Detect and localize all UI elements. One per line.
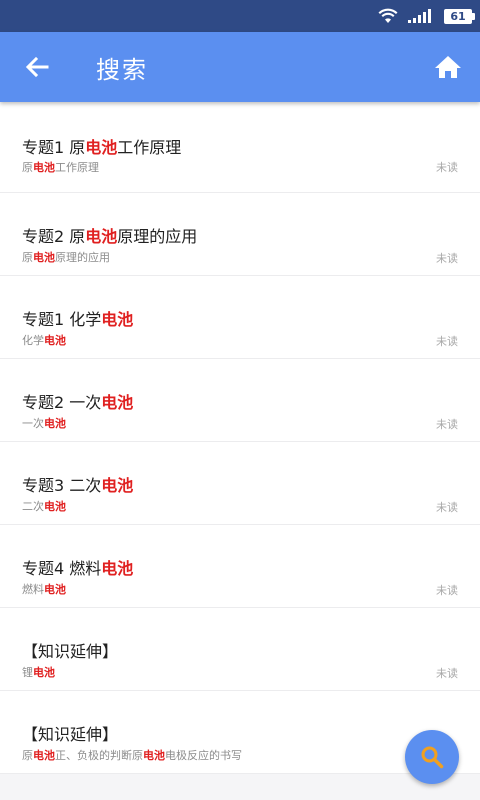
read-status: 未读 (436, 667, 458, 680)
battery-level: 61 (450, 9, 466, 23)
read-status: 未读 (436, 418, 458, 431)
item-subtitle: 二次电池 (22, 500, 66, 513)
list-item[interactable]: 专题2 原电池原理的应用 原电池原理的应用 未读 (0, 193, 480, 276)
read-status: 未读 (436, 501, 458, 514)
read-status: 未读 (436, 161, 458, 174)
list-item[interactable]: 专题1 化学电池 化学电池 未读 (0, 276, 480, 359)
back-button[interactable] (0, 32, 74, 102)
item-subtitle: 燃料电池 (22, 583, 66, 596)
item-title: 专题3 二次电池 (22, 476, 134, 495)
signal-icon (408, 9, 431, 23)
item-title: 专题1 原电池工作原理 (22, 138, 182, 157)
item-title: 专题4 燃料电池 (22, 559, 134, 578)
status-bar: 61 (0, 0, 480, 32)
page-title: 搜索 (96, 55, 148, 84)
item-title: 专题2 一次电池 (22, 393, 134, 412)
item-subtitle: 原电池工作原理 (22, 161, 99, 174)
read-status: 未读 (436, 252, 458, 265)
read-status: 未读 (436, 584, 458, 597)
list-item[interactable]: 专题3 二次电池 二次电池 未读 (0, 442, 480, 525)
search-results-list: 专题1 原电池工作原理 原电池工作原理 未读 专题2 原电池原理的应用 原电池原… (0, 102, 480, 774)
search-icon (421, 746, 444, 769)
item-title: 【知识延伸】 (22, 642, 119, 661)
app-bar: 搜索 (0, 32, 480, 102)
search-fab-button[interactable] (405, 730, 459, 784)
wifi-icon (378, 8, 398, 23)
home-icon (435, 56, 461, 78)
item-title: 专题1 化学电池 (22, 310, 134, 329)
battery-icon: 61 (444, 8, 475, 24)
item-subtitle: 原电池原理的应用 (22, 251, 110, 264)
list-item[interactable]: 专题4 燃料电池 燃料电池 未读 (0, 525, 480, 608)
home-button[interactable] (416, 32, 480, 102)
arrow-left-icon (25, 56, 49, 78)
list-item[interactable]: 专题1 原电池工作原理 原电池工作原理 未读 (0, 102, 480, 193)
item-subtitle: 化学电池 (22, 334, 66, 347)
item-title: 专题2 原电池原理的应用 (22, 227, 198, 246)
list-item[interactable]: 【知识延伸】 锂电池 未读 (0, 608, 480, 691)
item-subtitle: 锂电池 (22, 666, 55, 679)
read-status: 未读 (436, 335, 458, 348)
item-subtitle: 原电池正、负极的判断原电池电极反应的书写 (22, 749, 242, 762)
item-title: 【知识延伸】 (22, 725, 119, 744)
item-subtitle: 一次电池 (22, 417, 66, 430)
list-item[interactable]: 专题2 一次电池 一次电池 未读 (0, 359, 480, 442)
